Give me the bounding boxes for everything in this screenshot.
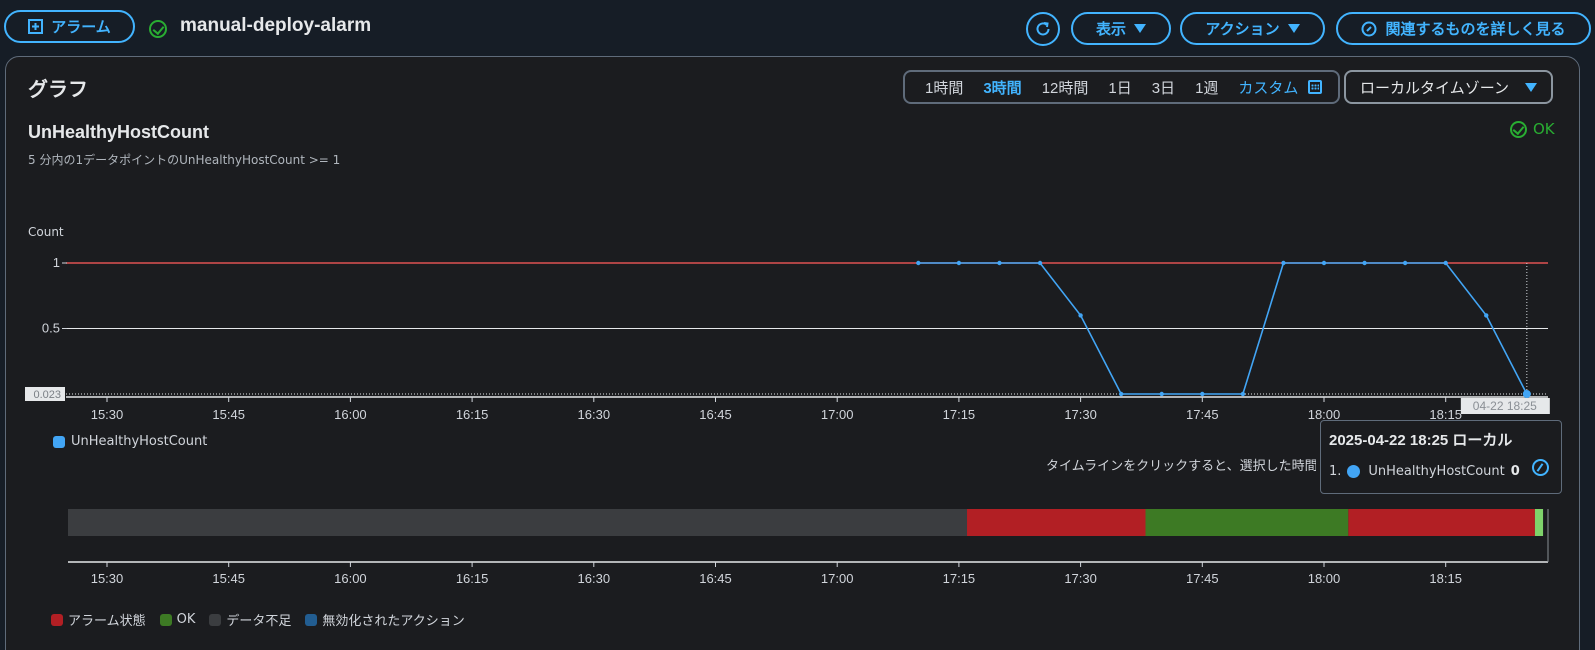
metric-title: UnHealthyHostCount: [28, 122, 209, 142]
alarm-status-label: OK: [1533, 120, 1555, 138]
legend-swatch: [305, 613, 318, 626]
explore-related-button[interactable]: 関連するものを詳しく見る: [1336, 12, 1591, 45]
page-title: manual-deploy-alarm: [180, 15, 372, 36]
series-legend-label: UnHealthyHostCount: [71, 434, 208, 449]
range-1h[interactable]: 1時間: [915, 77, 973, 98]
legend-label: OK: [176, 612, 196, 627]
compass-icon: [1361, 21, 1377, 36]
legend-label: アラーム状態: [68, 614, 146, 629]
series-legend[interactable]: UnHealthyHostCount: [53, 434, 207, 449]
legend-label: 無効化されたアクション: [322, 614, 465, 629]
graph-panel: [5, 56, 1580, 650]
tooltip-title: 2025-04-22 18:25 ローカル: [1329, 432, 1513, 449]
range-custom[interactable]: カスタム: [1228, 77, 1332, 98]
tooltip-row: 1. UnHealthyHostCount 0: [1329, 464, 1553, 479]
tooltip-value: 0: [1510, 464, 1520, 479]
compass-icon[interactable]: [1532, 459, 1549, 476]
actions-button-label: アクション: [1205, 20, 1280, 38]
time-range-selector: 1時間 3時間 12時間 1日 3日 1週 カスタム: [903, 70, 1340, 104]
range-custom-label: カスタム: [1238, 79, 1299, 97]
legend-actions-disabled: 無効化されたアクション: [305, 610, 465, 629]
metric-condition: 5 分内の1データポイントのUnHealthyHostCount >= 1: [28, 153, 341, 167]
tooltip-series-name: UnHealthyHostCount: [1368, 464, 1505, 479]
legend-ok: OK: [159, 612, 196, 627]
legend-label: データ不足: [226, 614, 292, 629]
caret-down-icon: [1134, 24, 1146, 33]
series-swatch: [53, 435, 65, 448]
tooltip-series-dot: [1347, 465, 1361, 478]
timezone-select[interactable]: ローカルタイムゾーン: [1344, 70, 1553, 104]
panel-title: グラフ: [28, 77, 88, 101]
alarm-button[interactable]: アラーム: [4, 10, 135, 43]
refresh-button[interactable]: [1026, 12, 1060, 46]
calendar-icon: [1308, 80, 1323, 94]
caret-down-icon: [1287, 24, 1300, 33]
status-check-icon: [149, 20, 167, 38]
y-axis-unit: Count: [28, 225, 64, 239]
legend-swatch: [159, 613, 172, 626]
caret-down-icon: [1525, 82, 1537, 92]
timezone-value: ローカルタイムゾーン: [1360, 78, 1509, 97]
explore-related-label: 関連するものを詳しく見る: [1385, 20, 1566, 38]
range-3h[interactable]: 3時間: [973, 77, 1031, 98]
ok-check-icon: [1510, 120, 1527, 138]
timeline-legend: アラーム状態 OK データ不足 無効化されたアクション: [51, 610, 465, 629]
range-12h[interactable]: 12時間: [1032, 77, 1099, 98]
legend-alarm: アラーム状態: [51, 610, 146, 629]
timeline-hint: タイムラインをクリックすると、選択した時間: [1046, 459, 1316, 474]
range-1w[interactable]: 1週: [1185, 77, 1228, 98]
alarm-status-badge: OK: [1510, 120, 1555, 138]
range-1d[interactable]: 1日: [1098, 77, 1141, 98]
legend-swatch: [209, 613, 222, 626]
legend-insufficient: データ不足: [209, 610, 291, 629]
range-3d[interactable]: 3日: [1142, 77, 1185, 98]
view-dropdown-button[interactable]: 表示: [1071, 12, 1171, 45]
datapoint-tooltip: 2025-04-22 18:25 ローカル 1. UnHealthyHostCo…: [1320, 420, 1562, 494]
add-square-icon: [28, 19, 44, 34]
tooltip-index: 1.: [1329, 464, 1342, 479]
view-button-label: 表示: [1095, 20, 1126, 38]
refresh-icon: [1036, 22, 1050, 36]
actions-dropdown-button[interactable]: アクション: [1180, 12, 1325, 45]
legend-swatch: [51, 613, 63, 626]
alarm-button-label: アラーム: [51, 18, 111, 36]
